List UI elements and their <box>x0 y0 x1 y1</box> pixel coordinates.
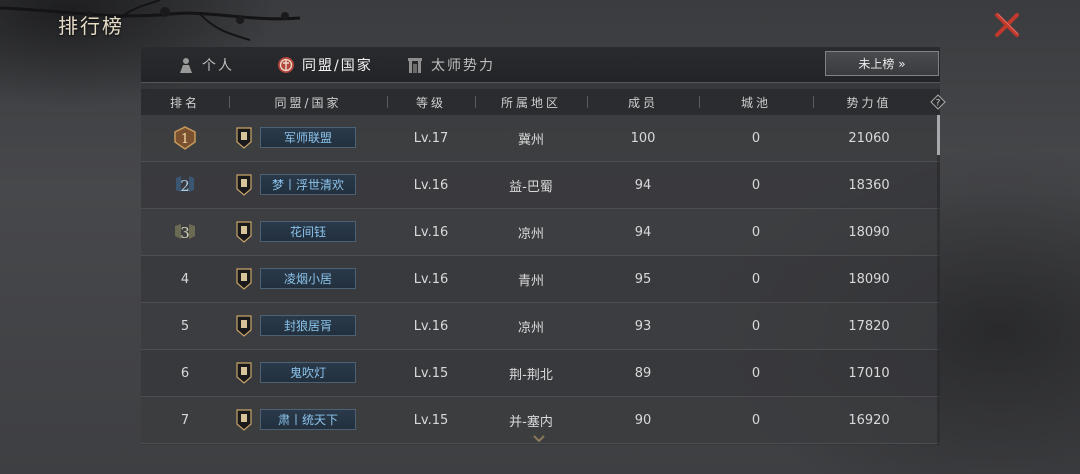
alliance-name-button[interactable]: 军师联盟 <box>260 127 356 148</box>
cities-cell: 0 <box>751 365 761 381</box>
cities-cell: 0 <box>751 130 761 146</box>
help-icon[interactable]: ? <box>930 94 946 110</box>
table-row[interactable]: 1 军师联盟 Lv.17 冀州 100 0 21060 <box>141 115 940 162</box>
scrollbar-thumb[interactable] <box>937 115 940 155</box>
region-cell: 并-塞内 <box>509 414 553 430</box>
page-title: 排行榜 <box>58 14 124 38</box>
svg-text:2: 2 <box>180 177 190 195</box>
tab-personal[interactable]: 个人 <box>177 51 234 79</box>
rank-cell: 2 <box>141 162 229 208</box>
leaderboard-panel: 个人 同盟/国家 太师势力 未上榜 » 排名 同盟/国家 等级 所属地区 成员 … <box>141 47 940 445</box>
alliance-flag-icon <box>236 174 252 196</box>
alliance-name-button[interactable]: 凌烟小居 <box>260 268 356 289</box>
members-cell: 90 <box>634 412 652 428</box>
column-header: 排名 <box>169 95 200 110</box>
members-cell: 95 <box>634 271 652 287</box>
members-cell: 94 <box>634 224 652 240</box>
power-cell: 18090 <box>848 271 890 287</box>
tab-grand-tutor[interactable]: 太师势力 <box>406 51 495 79</box>
region-cell: 冀州 <box>517 132 544 148</box>
gate-icon <box>408 58 422 73</box>
tab-alliance[interactable]: 同盟/国家 <box>277 51 373 79</box>
close-icon[interactable] <box>992 10 1022 40</box>
power-cell: 18360 <box>848 177 890 193</box>
column-header: 势力值 <box>846 95 892 110</box>
cities-cell: 0 <box>751 271 761 287</box>
silver-rank-badge-icon: 2 <box>176 176 194 195</box>
column-header: 成员 <box>627 95 658 110</box>
alliance-flag-icon <box>236 221 252 243</box>
column-header: 所属地区 <box>500 95 561 110</box>
tab-label: 个人 <box>202 58 234 74</box>
scrollbar-track[interactable] <box>937 115 940 445</box>
table-row[interactable]: 2 梦丨浮世清欢 Lv.16 益-巴蜀 94 0 18360 <box>141 162 940 209</box>
level-cell: Lv.16 <box>413 271 449 287</box>
rank-cell: 5 <box>180 318 190 334</box>
tab-label: 太师势力 <box>431 58 495 74</box>
cities-cell: 0 <box>751 412 761 428</box>
cities-cell: 0 <box>751 318 761 334</box>
tab-label: 同盟/国家 <box>302 58 373 74</box>
rank-cell: 7 <box>180 412 190 428</box>
alliance-flag-icon <box>236 409 252 431</box>
members-cell: 100 <box>630 130 656 146</box>
table-row[interactable]: 3 花间钰 Lv.16 凉州 94 0 18090 <box>141 209 940 256</box>
level-cell: Lv.17 <box>413 130 449 146</box>
alliance-name-button[interactable]: 封狼居胥 <box>260 315 356 336</box>
unranked-button[interactable]: 未上榜 » <box>825 51 939 76</box>
table-row[interactable]: 5 封狼居胥 Lv.16 凉州 93 0 17820 <box>141 303 940 350</box>
level-cell: Lv.15 <box>413 412 449 428</box>
alliance-flag-icon <box>236 268 252 290</box>
level-cell: Lv.16 <box>413 177 449 193</box>
level-cell: Lv.16 <box>413 224 449 240</box>
bronze-rank-badge-icon: 3 <box>175 224 195 242</box>
rank-cell: 6 <box>180 365 190 381</box>
members-cell: 89 <box>634 365 652 381</box>
column-header: 同盟/国家 <box>274 95 342 110</box>
alliance-crest-icon <box>278 57 294 73</box>
members-cell: 93 <box>634 318 652 334</box>
rank-cell: 3 <box>141 209 229 255</box>
svg-text:1: 1 <box>181 132 189 147</box>
alliance-flag-icon <box>236 127 252 149</box>
alliance-name-button[interactable]: 花间钰 <box>260 221 356 242</box>
power-cell: 17820 <box>848 318 890 334</box>
rank-cell: 1 <box>141 115 229 161</box>
power-cell: 18090 <box>848 224 890 240</box>
alliance-name-button[interactable]: 鬼吹灯 <box>260 362 356 383</box>
rank-cell: 4 <box>180 271 190 287</box>
alliance-name-button[interactable]: 肃丨统天下 <box>260 409 356 430</box>
level-cell: Lv.16 <box>413 318 449 334</box>
gold-rank-badge-icon: 1 <box>174 126 196 150</box>
table-body: 1 军师联盟 Lv.17 冀州 100 0 21060 2 梦丨浮世清欢 Lv.… <box>141 115 940 445</box>
region-cell: 凉州 <box>517 320 544 336</box>
table-row[interactable]: 4 凌烟小居 Lv.16 青州 95 0 18090 <box>141 256 940 303</box>
region-cell: 荆-荆北 <box>509 367 553 383</box>
svg-text:3: 3 <box>180 224 190 242</box>
region-cell: 青州 <box>517 273 544 289</box>
table-row[interactable]: 6 鬼吹灯 Lv.15 荆-荆北 89 0 17010 <box>141 350 940 397</box>
tab-bar: 个人 同盟/国家 太师势力 未上榜 » <box>141 47 940 83</box>
alliance-name-button[interactable]: 梦丨浮世清欢 <box>260 174 356 195</box>
table-header: 排名 同盟/国家 等级 所属地区 成员 城池 势力值 <box>141 89 940 115</box>
region-cell: 益-巴蜀 <box>509 179 553 195</box>
power-cell: 21060 <box>848 130 890 146</box>
column-header: 等级 <box>415 95 446 110</box>
column-header: 城池 <box>740 95 771 110</box>
power-cell: 17010 <box>848 365 890 381</box>
person-icon <box>180 58 192 73</box>
power-cell: 16920 <box>848 412 890 428</box>
scroll-more-chevron-icon <box>533 435 545 443</box>
svg-text:?: ? <box>936 99 941 109</box>
alliance-flag-icon <box>236 315 252 337</box>
alliance-flag-icon <box>236 362 252 384</box>
cities-cell: 0 <box>751 177 761 193</box>
level-cell: Lv.15 <box>413 365 449 381</box>
members-cell: 94 <box>634 177 652 193</box>
cities-cell: 0 <box>751 224 761 240</box>
region-cell: 凉州 <box>517 226 544 242</box>
